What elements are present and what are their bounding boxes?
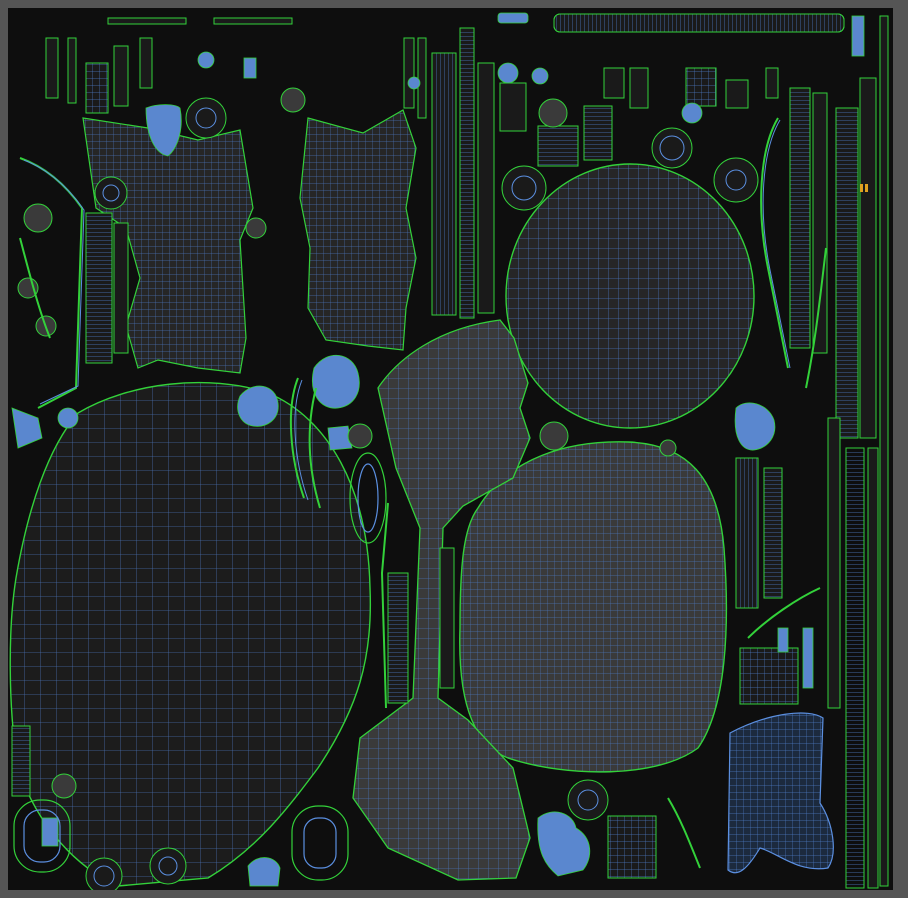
uv-island-lower-right[interactable]: [727, 712, 834, 874]
uv-island-disc-lower[interactable]: [459, 441, 728, 773]
uv-island-upper-mid-panel[interactable]: [299, 109, 417, 351]
uv-editor-frame: [0, 0, 908, 898]
uv-layout-canvas[interactable]: [8, 8, 893, 890]
uv-island-disc-upper[interactable]: [505, 163, 755, 429]
uv-islands-svg: [9, 12, 889, 890]
